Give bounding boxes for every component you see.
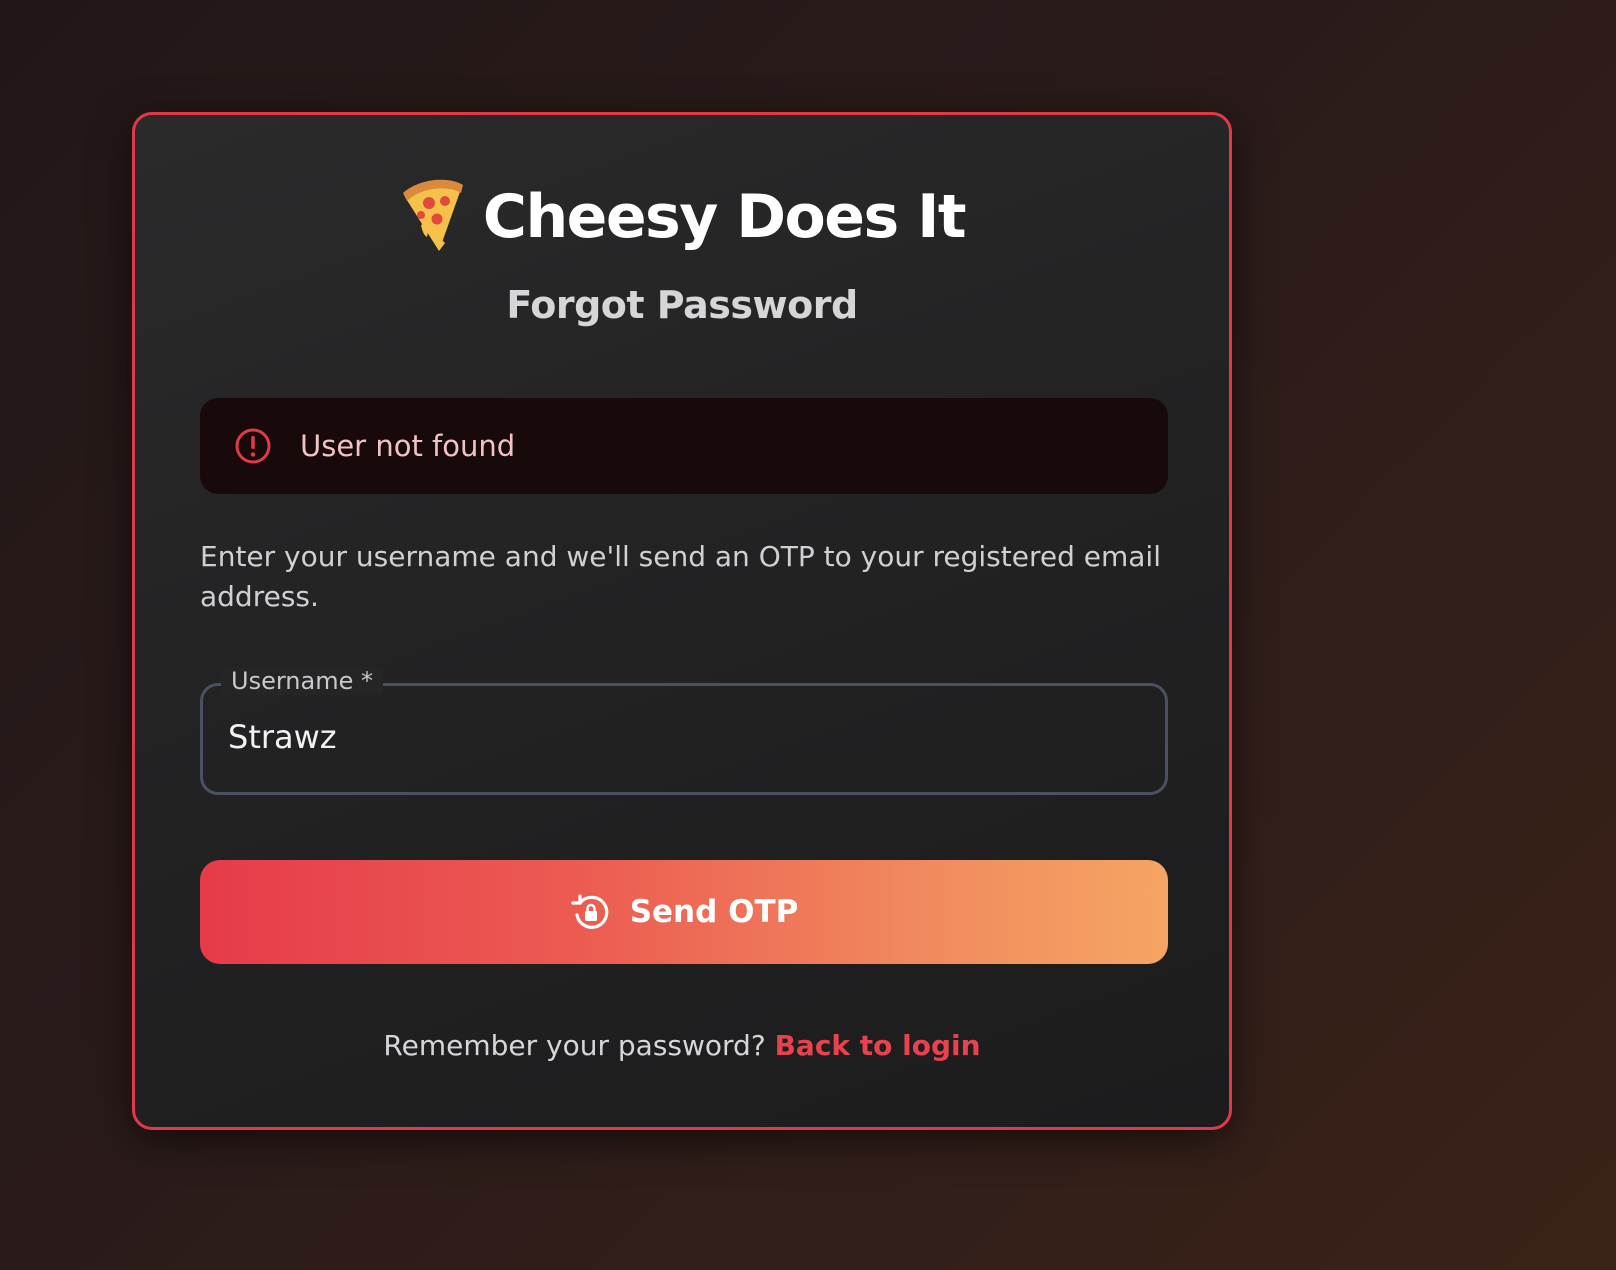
username-label: Username * bbox=[221, 667, 383, 695]
page-title: Forgot Password bbox=[506, 283, 858, 327]
instructions-text: Enter your username and we'll send an OT… bbox=[200, 540, 1161, 613]
forgot-password-card: Cheesy Does It Forgot Password User not … bbox=[132, 112, 1232, 1130]
error-alert: User not found bbox=[200, 398, 1168, 494]
send-otp-button[interactable]: Send OTP bbox=[200, 860, 1168, 964]
alert-circle-icon bbox=[235, 428, 271, 464]
back-to-login-link[interactable]: Back to login bbox=[775, 1029, 981, 1062]
username-input[interactable]: Strawz bbox=[228, 718, 337, 756]
brand-title: Cheesy Does It bbox=[482, 182, 967, 252]
footer-text: Remember your password? Back to login bbox=[135, 1029, 1229, 1062]
alert-message: User not found bbox=[300, 429, 516, 463]
brand-header: Cheesy Does It bbox=[135, 179, 1229, 255]
lock-reset-icon bbox=[571, 894, 609, 929]
pizza-icon bbox=[402, 179, 463, 251]
send-otp-label: Send OTP bbox=[629, 894, 799, 930]
footer-prompt: Remember your password? bbox=[383, 1029, 766, 1062]
username-field[interactable]: Username * Strawz bbox=[200, 667, 1168, 795]
